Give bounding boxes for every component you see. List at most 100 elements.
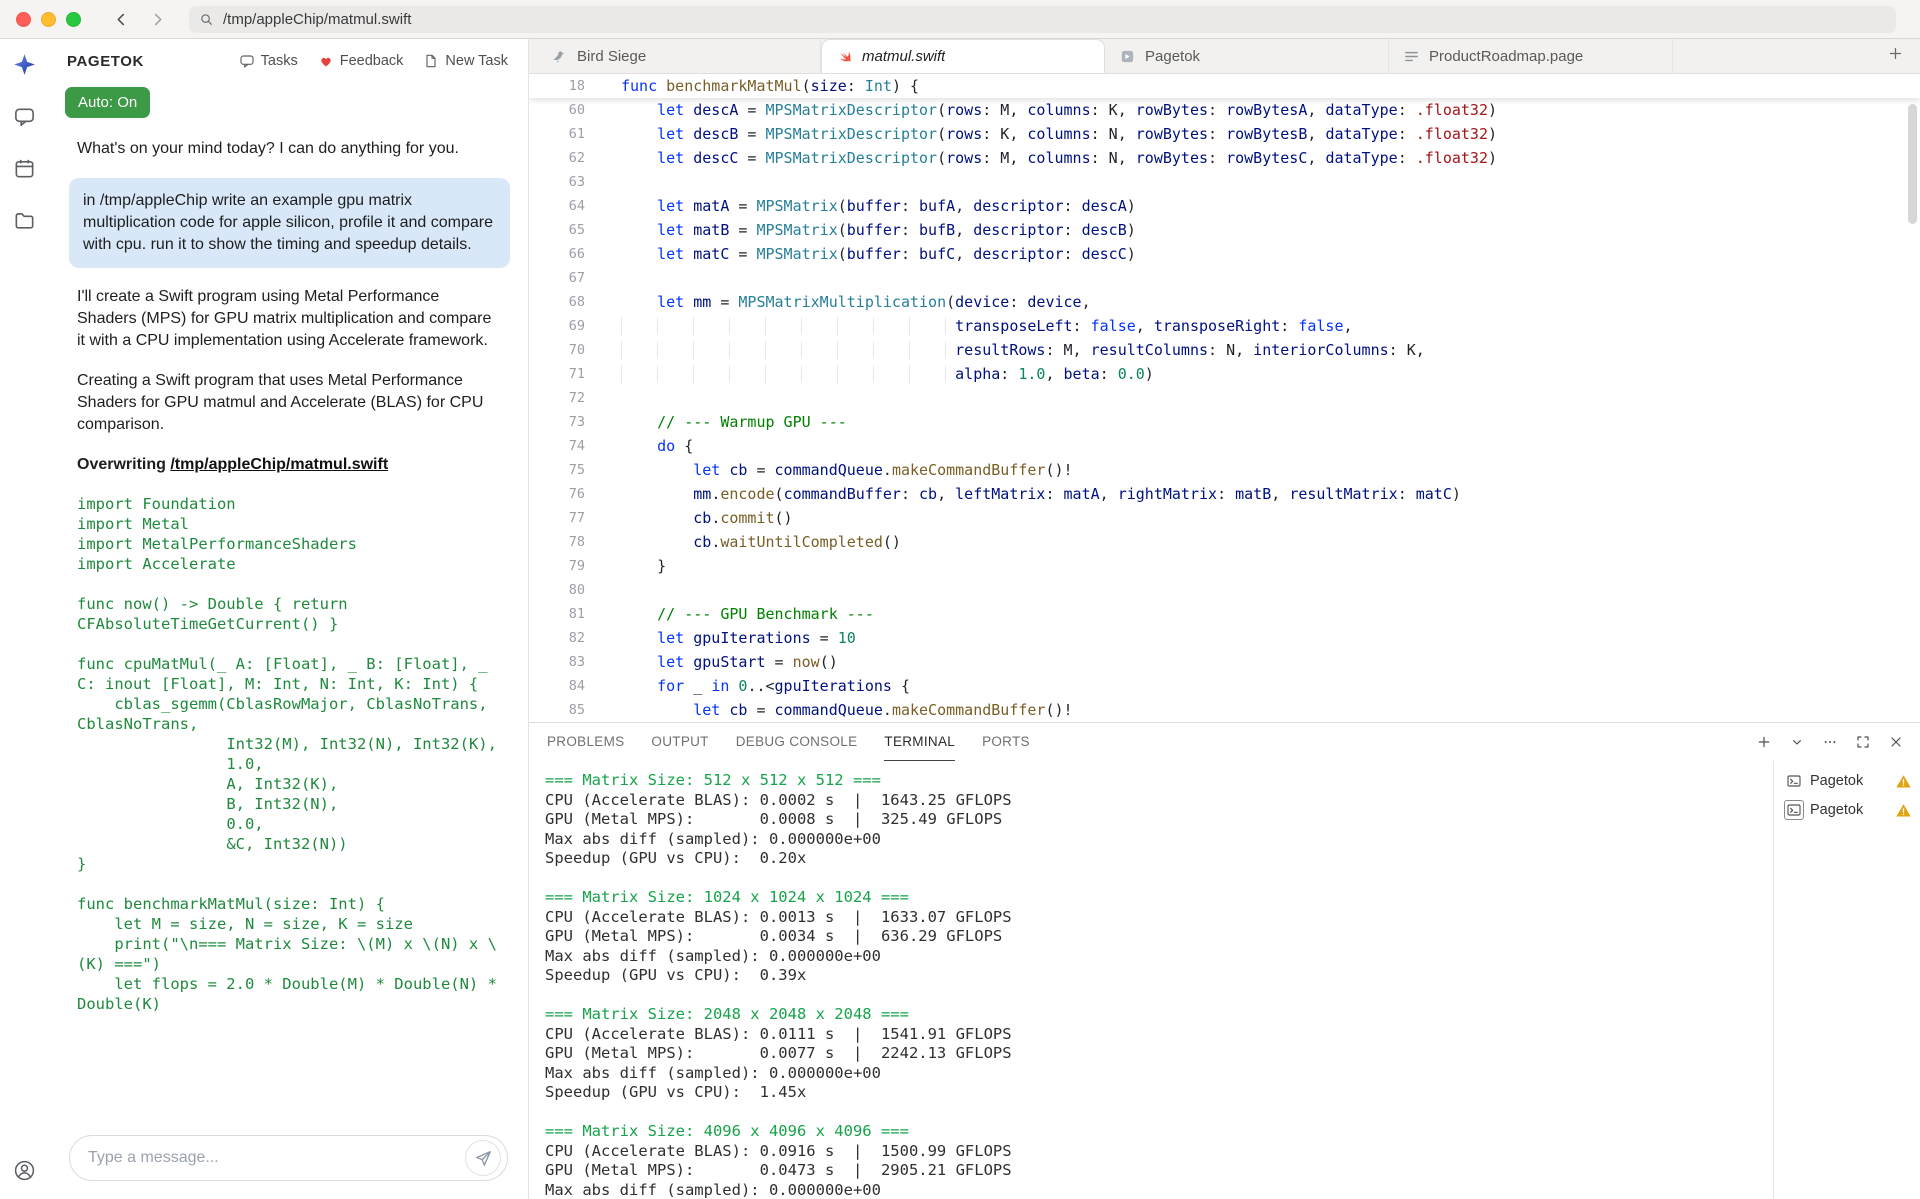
line-content: // --- Warmup GPU ---: [585, 410, 847, 434]
calendar-nav-button[interactable]: [12, 155, 38, 181]
app-window: /tmp/appleChip/matmul.swift PAGETOK Task…: [0, 0, 1920, 1199]
code-line: 64 let matA = MPSMatrix(buffer: bufA, de…: [529, 194, 1920, 218]
address-path: /tmp/appleChip/matmul.swift: [223, 11, 411, 28]
plus-button[interactable]: [1756, 734, 1772, 750]
terminal-list-item[interactable]: Pagetok: [1782, 798, 1914, 822]
back-button[interactable]: [107, 5, 135, 33]
line-content: let matB = MPSMatrix(buffer: bufB, descr…: [585, 218, 1136, 242]
address-bar[interactable]: /tmp/appleChip/matmul.swift: [189, 6, 1896, 33]
line-content: alpha: 1.0, beta: 0.0): [585, 362, 1154, 386]
line-number: 72: [529, 386, 585, 410]
terminal-line: Speedup (GPU vs CPU): 0.20x: [545, 849, 1773, 869]
tab-productroadmap-page[interactable]: ProductRoadmap.page: [1389, 39, 1673, 73]
tab-matmul-swift[interactable]: matmul.swift: [821, 39, 1105, 73]
tasks-button[interactable]: Tasks: [239, 53, 298, 69]
line-number: 78: [529, 530, 585, 554]
expand-button[interactable]: [1855, 734, 1871, 750]
code-line: 72: [529, 386, 1920, 410]
panel-tab-problems[interactable]: PROBLEMS: [547, 723, 624, 761]
message-input[interactable]: [88, 1149, 465, 1167]
line-number: 68: [529, 290, 585, 314]
icon-rail: [0, 39, 49, 1199]
close-window-button[interactable]: [16, 12, 31, 27]
assistant-code-block: import Foundation import Metal import Me…: [77, 494, 502, 1014]
code-line: 67: [529, 266, 1920, 290]
line-content: mm.encode(commandBuffer: cb, leftMatrix:…: [585, 482, 1461, 506]
terminal-line: Max abs diff (sampled): 0.000000e+00: [545, 947, 1773, 967]
account-nav-button[interactable]: [12, 1157, 38, 1183]
editor-scrollbar[interactable]: [1908, 104, 1917, 224]
feedback-button[interactable]: Feedback: [318, 53, 404, 69]
tab-label: ProductRoadmap.page: [1429, 48, 1583, 65]
line-content: cb.commit(): [585, 506, 793, 530]
heart-icon: [318, 53, 334, 69]
code-editor[interactable]: 18func benchmarkMatMul(size: Int) { 60 l…: [529, 74, 1920, 722]
code-line: 18func benchmarkMatMul(size: Int) {: [529, 74, 1920, 98]
line-number: 18: [529, 74, 585, 98]
chat-input-row: [49, 1123, 528, 1199]
chevron-down-button[interactable]: [1789, 734, 1805, 750]
terminal-line: CPU (Accelerate BLAS): 0.0916 s | 1500.9…: [545, 1142, 1773, 1162]
new-task-button[interactable]: New Task: [423, 53, 508, 69]
minimize-window-button[interactable]: [41, 12, 56, 27]
tab-bird-siege[interactable]: Bird Siege: [537, 39, 821, 73]
terminal-line: CPU (Accelerate BLAS): 0.0002 s | 1643.2…: [545, 791, 1773, 811]
code-line: 61 let descB = MPSMatrixDescriptor(rows:…: [529, 122, 1920, 146]
code-line: 82 let gpuIterations = 10: [529, 626, 1920, 650]
code-line: 81 // --- GPU Benchmark ---: [529, 602, 1920, 626]
line-content: let gpuStart = now(): [585, 650, 838, 674]
assistant-message: I'll create a Swift program using Metal …: [77, 286, 502, 352]
rail-bottom: [12, 1157, 38, 1183]
assistant-message: Creating a Swift program that uses Metal…: [77, 370, 502, 436]
app-logo-button[interactable]: [12, 51, 38, 77]
forward-button[interactable]: [143, 5, 171, 33]
line-number: 64: [529, 194, 585, 218]
chat-input[interactable]: [69, 1135, 508, 1181]
chat-nav-button[interactable]: [12, 103, 38, 129]
terminal-line: === Matrix Size: 4096 x 4096 x 4096 ===: [545, 1122, 1773, 1142]
zoom-window-button[interactable]: [66, 12, 81, 27]
terminal-list-item[interactable]: Pagetok: [1782, 769, 1914, 793]
panel-header: PROBLEMS OUTPUT DEBUG CONSOLE TERMINAL PORTS: [529, 723, 1920, 761]
file-link[interactable]: /tmp/appleChip/matmul.swift: [170, 456, 388, 473]
code-line: 70 resultRows: M, resultColumns: N, inte…: [529, 338, 1920, 362]
panel-tab-terminal[interactable]: TERMINAL: [884, 723, 955, 761]
line-content: let matC = MPSMatrix(buffer: bufC, descr…: [585, 242, 1136, 266]
line-number: 85: [529, 698, 585, 722]
panel-tabs: PROBLEMS OUTPUT DEBUG CONSOLE TERMINAL PORTS: [547, 723, 1057, 761]
window-controls: [16, 12, 81, 27]
terminal-line: === Matrix Size: 2048 x 2048 x 2048 ===: [545, 1005, 1773, 1025]
terminal-icon: [1784, 800, 1804, 820]
terminal-line: CPU (Accelerate BLAS): 0.0013 s | 1633.0…: [545, 908, 1773, 928]
send-icon: [474, 1149, 493, 1168]
user-message: in /tmp/appleChip write an example gpu m…: [69, 178, 510, 268]
panel-tab-output[interactable]: OUTPUT: [651, 723, 708, 761]
new-tab-button[interactable]: [1887, 45, 1904, 67]
code-line: 69 transposeLeft: false, transposeRight:…: [529, 314, 1920, 338]
line-number: 65: [529, 218, 585, 242]
close-button[interactable]: [1888, 734, 1904, 750]
chat-header: PAGETOK TasksFeedbackNew Task: [49, 39, 528, 83]
files-nav-button[interactable]: [12, 207, 38, 233]
code-line: 83 let gpuStart = now(): [529, 650, 1920, 674]
line-content: for _ in 0..<gpuIterations {: [585, 674, 910, 698]
line-number: 60: [529, 98, 585, 122]
tab-label: matmul.swift: [862, 48, 945, 65]
page-icon: [423, 53, 439, 69]
auto-toggle[interactable]: Auto: On: [65, 87, 150, 118]
panel-tab-debug-console[interactable]: DEBUG CONSOLE: [736, 723, 858, 761]
terminal-line: Max abs diff (sampled): 0.000000e+00: [545, 1064, 1773, 1084]
panel-tab-ports[interactable]: PORTS: [982, 723, 1030, 761]
line-content: func benchmarkMatMul(size: Int) {: [585, 74, 919, 98]
tab-pagetok[interactable]: Pagetok: [1105, 39, 1389, 73]
terminal-line: === Matrix Size: 1024 x 1024 x 1024 ===: [545, 888, 1773, 908]
line-content: let cb = commandQueue.makeCommandBuffer(…: [585, 458, 1073, 482]
line-number: 69: [529, 314, 585, 338]
code-line: 84 for _ in 0..<gpuIterations {: [529, 674, 1920, 698]
terminal-output[interactable]: === Matrix Size: 512 x 512 x 512 ===CPU …: [529, 761, 1773, 1199]
send-button[interactable]: [465, 1140, 501, 1176]
line-number: 62: [529, 146, 585, 170]
line-number: 76: [529, 482, 585, 506]
ellipsis-button[interactable]: [1822, 734, 1838, 750]
code-line: 66 let matC = MPSMatrix(buffer: bufC, de…: [529, 242, 1920, 266]
